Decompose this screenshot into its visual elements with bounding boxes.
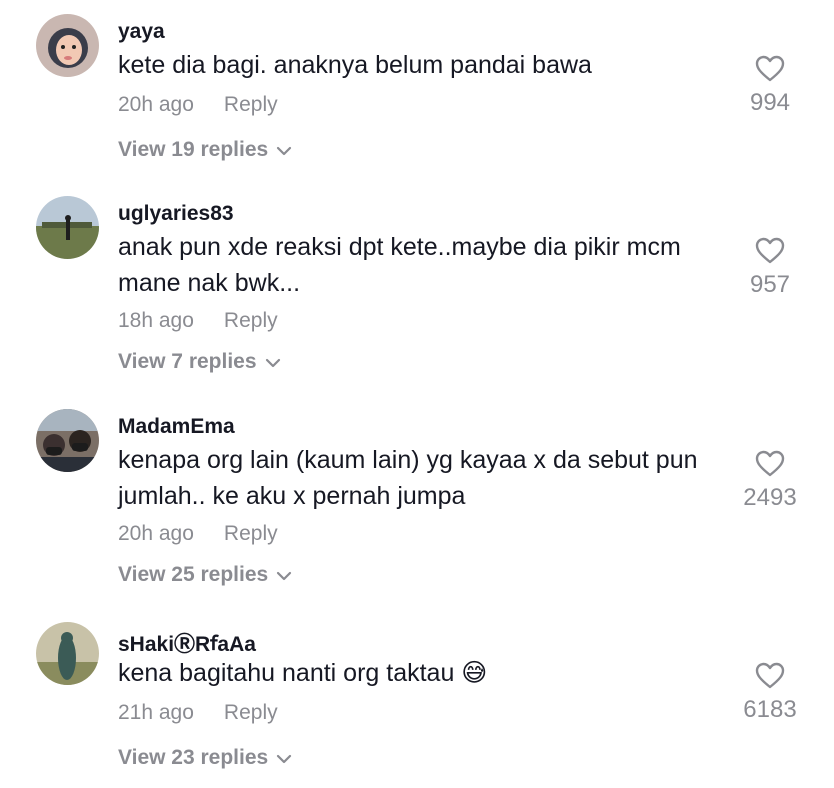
comment-username[interactable]: MadamEma	[118, 415, 235, 439]
comment-timestamp: 21h ago	[118, 701, 194, 724]
chevron-down-icon	[276, 138, 292, 162]
like-button[interactable]: 994	[720, 55, 820, 117]
view-replies-button[interactable]: View 25 replies	[118, 563, 292, 587]
comment-timestamp: 20h ago	[118, 93, 194, 116]
comment-text: anak pun xde reaksi dpt kete..maybe dia …	[118, 233, 681, 297]
comment-username[interactable]: sHakiⓇRꬵaAa	[118, 628, 256, 658]
comment-text: kenapa org lain (kaum lain) yg kayaa x d…	[118, 446, 698, 510]
chevron-down-icon	[265, 350, 281, 374]
like-button[interactable]: 957	[720, 237, 820, 299]
like-button[interactable]: 2493	[720, 450, 820, 512]
comment-timestamp: 18h ago	[118, 309, 194, 332]
reply-button[interactable]: Reply	[224, 701, 278, 724]
comment-text: kena bagitahu nanti org taktau 😅	[118, 659, 488, 687]
view-replies-label: View 25 replies	[118, 563, 269, 586]
reply-button[interactable]: Reply	[224, 93, 278, 116]
heart-outline-icon	[755, 55, 785, 82]
heart-outline-icon	[755, 450, 785, 477]
comment-username[interactable]: yaya	[118, 20, 165, 44]
view-replies-label: View 7 replies	[118, 350, 257, 373]
comment-meta: 18h ago Reply	[118, 309, 278, 333]
view-replies-button[interactable]: View 7 replies	[118, 350, 281, 374]
comment-meta: 21h ago Reply	[118, 701, 278, 725]
chevron-down-icon	[276, 746, 292, 770]
heart-outline-icon	[755, 662, 785, 689]
like-count: 957	[749, 271, 791, 298]
comment-timestamp: 20h ago	[118, 522, 194, 545]
like-count: 2493	[743, 484, 797, 511]
like-count: 994	[749, 89, 791, 116]
avatar[interactable]	[36, 196, 99, 259]
comment-meta: 20h ago Reply	[118, 522, 278, 546]
avatar[interactable]	[36, 622, 99, 685]
heart-outline-icon	[755, 237, 785, 264]
view-replies-button[interactable]: View 19 replies	[118, 138, 292, 162]
comment-meta: 20h ago Reply	[118, 93, 278, 117]
avatar[interactable]	[36, 14, 99, 77]
like-button[interactable]: 6183	[720, 662, 820, 724]
view-replies-label: View 23 replies	[118, 746, 269, 769]
chevron-down-icon	[276, 563, 292, 587]
like-count: 6183	[743, 696, 797, 723]
avatar[interactable]	[36, 409, 99, 472]
view-replies-button[interactable]: View 23 replies	[118, 746, 292, 770]
comment-text: kete dia bagi. anaknya belum pandai bawa	[118, 51, 592, 79]
reply-button[interactable]: Reply	[224, 309, 278, 332]
comment-username[interactable]: uglyaries83	[118, 202, 234, 226]
reply-button[interactable]: Reply	[224, 522, 278, 545]
view-replies-label: View 19 replies	[118, 138, 269, 161]
